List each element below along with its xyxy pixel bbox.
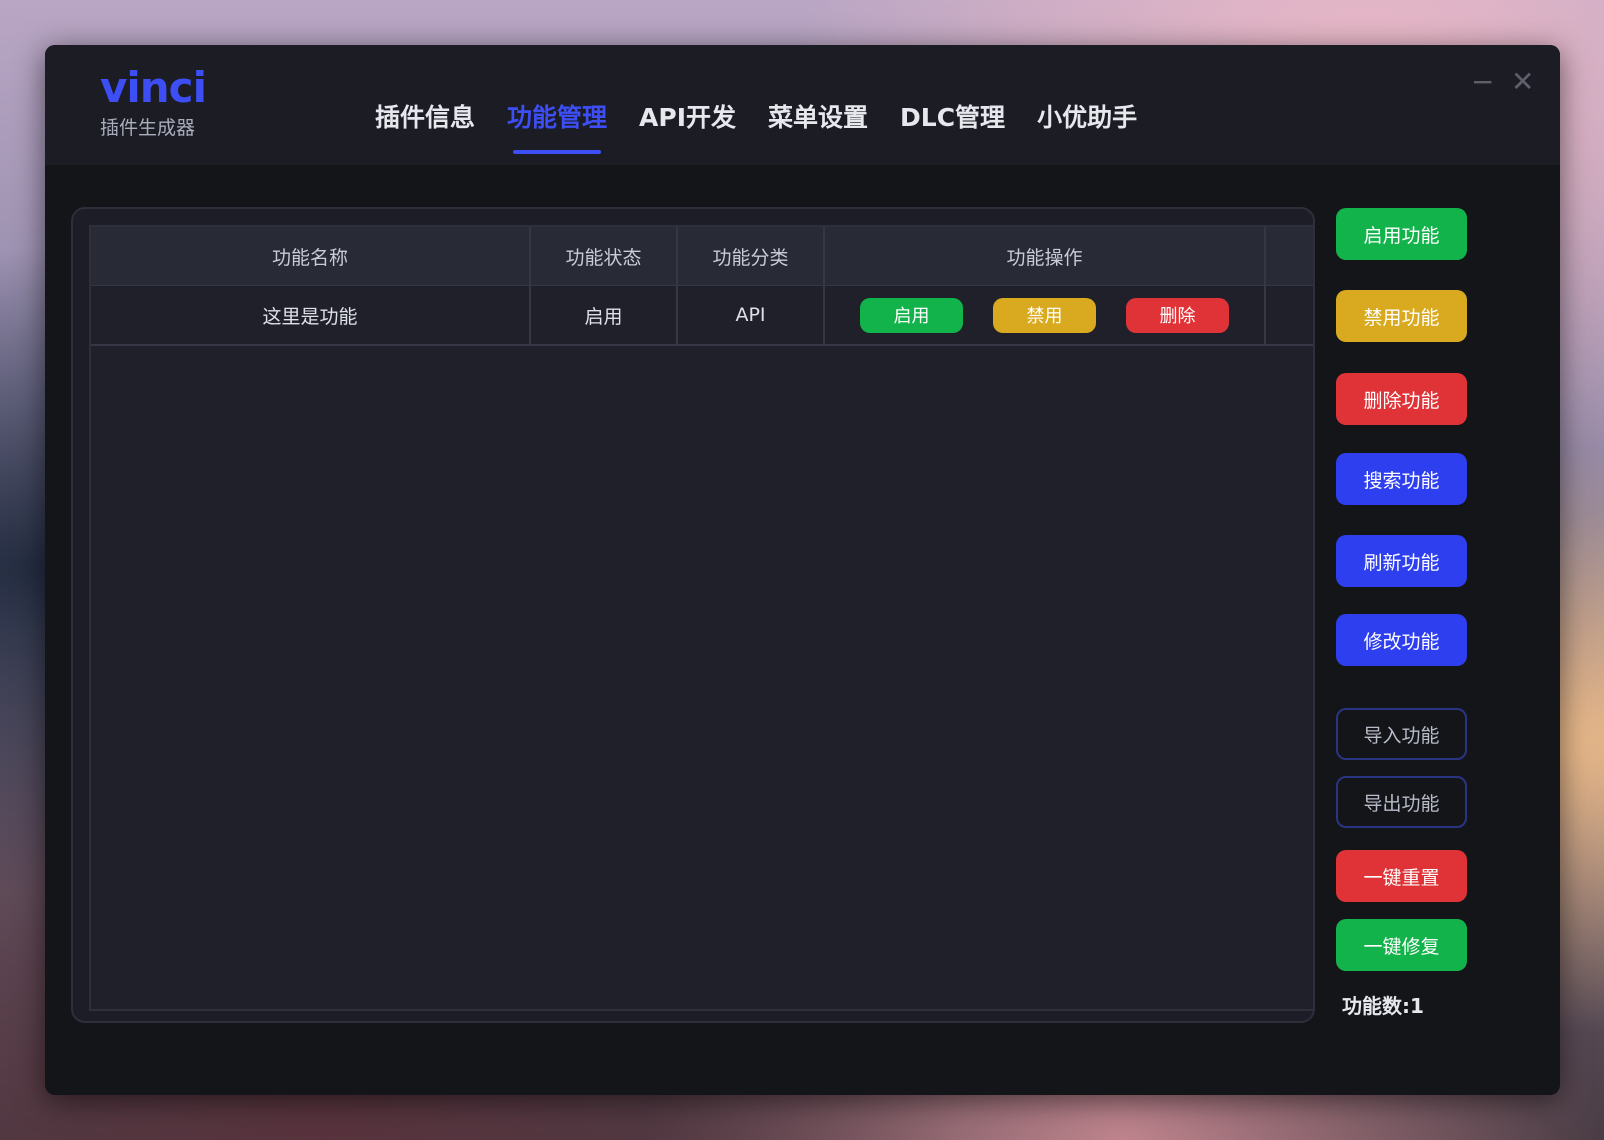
row-spacer-cell xyxy=(1266,286,1313,344)
one-click-reset-button[interactable]: 一键重置 xyxy=(1336,850,1467,902)
feature-panel: 功能名称 功能状态 功能分类 功能操作 这里是功能 启用 API 启用 禁用 删… xyxy=(71,207,1315,1023)
row-delete-button[interactable]: 删除 xyxy=(1126,297,1229,333)
column-header-status: 功能状态 xyxy=(531,227,678,285)
table-row[interactable]: 这里是功能 启用 API 启用 禁用 删除 xyxy=(91,286,1313,346)
one-click-repair-button[interactable]: 一键修复 xyxy=(1336,919,1467,971)
feature-category-cell: API xyxy=(678,286,825,344)
tab-api-development[interactable]: API开发 xyxy=(639,100,736,136)
brand-subtitle: 插件生成器 xyxy=(100,117,196,139)
import-feature-button[interactable]: 导入功能 xyxy=(1336,708,1467,760)
tab-assistant[interactable]: 小优助手 xyxy=(1037,100,1137,136)
row-enable-button[interactable]: 启用 xyxy=(860,297,963,333)
export-feature-button[interactable]: 导出功能 xyxy=(1336,776,1467,828)
tab-dlc-management[interactable]: DLC管理 xyxy=(900,100,1005,136)
column-header-category: 功能分类 xyxy=(678,227,825,285)
refresh-feature-button[interactable]: 刷新功能 xyxy=(1336,535,1467,587)
enable-feature-button[interactable]: 启用功能 xyxy=(1336,208,1467,260)
delete-feature-button[interactable]: 删除功能 xyxy=(1336,373,1467,425)
title-bar: vinci 插件生成器 插件信息 功能管理 API开发 菜单设置 DLC管理 小… xyxy=(45,45,1560,165)
brand-logo: vinci xyxy=(100,63,207,112)
feature-name-cell: 这里是功能 xyxy=(91,286,531,344)
tab-feature-management[interactable]: 功能管理 xyxy=(507,100,607,154)
row-disable-button[interactable]: 禁用 xyxy=(993,297,1096,333)
search-feature-button[interactable]: 搜索功能 xyxy=(1336,453,1467,505)
tab-menu-settings[interactable]: 菜单设置 xyxy=(768,100,868,136)
app-window: vinci 插件生成器 插件信息 功能管理 API开发 菜单设置 DLC管理 小… xyxy=(45,45,1560,1095)
feature-count: 功能数:1 xyxy=(1342,994,1424,1018)
column-header-name: 功能名称 xyxy=(91,227,531,285)
close-icon[interactable]: ✕ xyxy=(1511,67,1534,97)
modify-feature-button[interactable]: 修改功能 xyxy=(1336,614,1467,666)
column-header-spacer xyxy=(1266,227,1313,285)
feature-status-cell: 启用 xyxy=(531,286,678,344)
brand: vinci 插件生成器 xyxy=(100,59,207,140)
nav-tabs: 插件信息 功能管理 API开发 菜单设置 DLC管理 小优助手 xyxy=(375,100,1169,154)
minimize-icon[interactable]: − xyxy=(1471,67,1494,97)
table-header: 功能名称 功能状态 功能分类 功能操作 xyxy=(91,227,1313,286)
feature-actions-cell: 启用 禁用 删除 xyxy=(825,286,1266,344)
disable-feature-button[interactable]: 禁用功能 xyxy=(1336,290,1467,342)
tab-plugin-info[interactable]: 插件信息 xyxy=(375,100,475,136)
feature-table: 功能名称 功能状态 功能分类 功能操作 这里是功能 启用 API 启用 禁用 删… xyxy=(89,225,1315,1011)
column-header-actions: 功能操作 xyxy=(825,227,1266,285)
